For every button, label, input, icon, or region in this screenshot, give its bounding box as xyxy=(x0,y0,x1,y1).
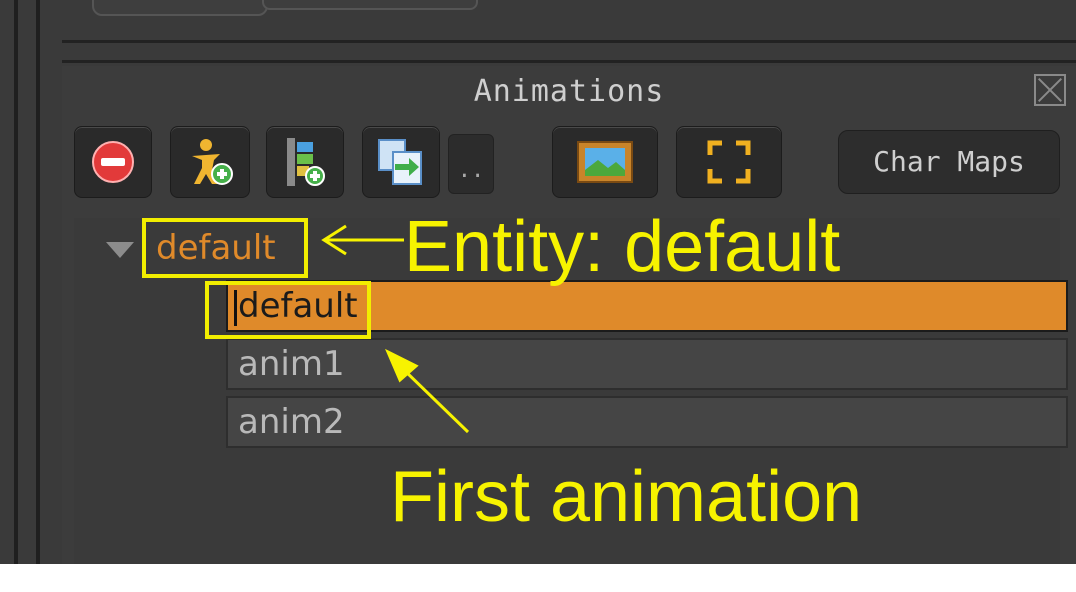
picture-frame-icon xyxy=(577,141,633,183)
separator xyxy=(62,40,1076,43)
animation-item-label: anim2 xyxy=(238,402,345,442)
entity-annotation: Entity: default xyxy=(404,207,841,287)
panel-border-inner xyxy=(36,0,40,564)
animation-highlight-box xyxy=(205,281,371,339)
top-tab[interactable] xyxy=(92,0,268,16)
remove-button[interactable] xyxy=(74,126,152,198)
collapse-triangle-icon[interactable] xyxy=(106,242,134,258)
top-tab-secondary[interactable] xyxy=(262,0,478,10)
fullscreen-icon xyxy=(707,140,751,184)
duplicate-button[interactable] xyxy=(362,126,440,198)
add-animation-icon xyxy=(287,138,325,186)
animation-item[interactable]: anim2 xyxy=(226,396,1068,448)
more-button[interactable]: .. xyxy=(448,134,494,194)
animation-item-label: anim1 xyxy=(238,344,345,384)
char-maps-button[interactable]: Char Maps xyxy=(838,130,1060,194)
add-entity-icon xyxy=(192,139,233,185)
close-icon[interactable] xyxy=(1034,74,1066,106)
panel-border-left xyxy=(14,0,18,564)
panel-title: Animations xyxy=(473,74,665,109)
separator xyxy=(62,60,1076,63)
add-animation-button[interactable] xyxy=(266,126,344,198)
remove-icon xyxy=(92,141,134,183)
animation-item[interactable]: anim1 xyxy=(226,338,1068,390)
entity-highlight-box xyxy=(142,218,308,278)
add-entity-button[interactable] xyxy=(170,126,250,198)
preview-button[interactable] xyxy=(552,126,658,198)
first-animation-annotation: First animation xyxy=(390,457,863,537)
fit-button[interactable] xyxy=(676,126,782,198)
duplicate-icon xyxy=(378,139,422,185)
